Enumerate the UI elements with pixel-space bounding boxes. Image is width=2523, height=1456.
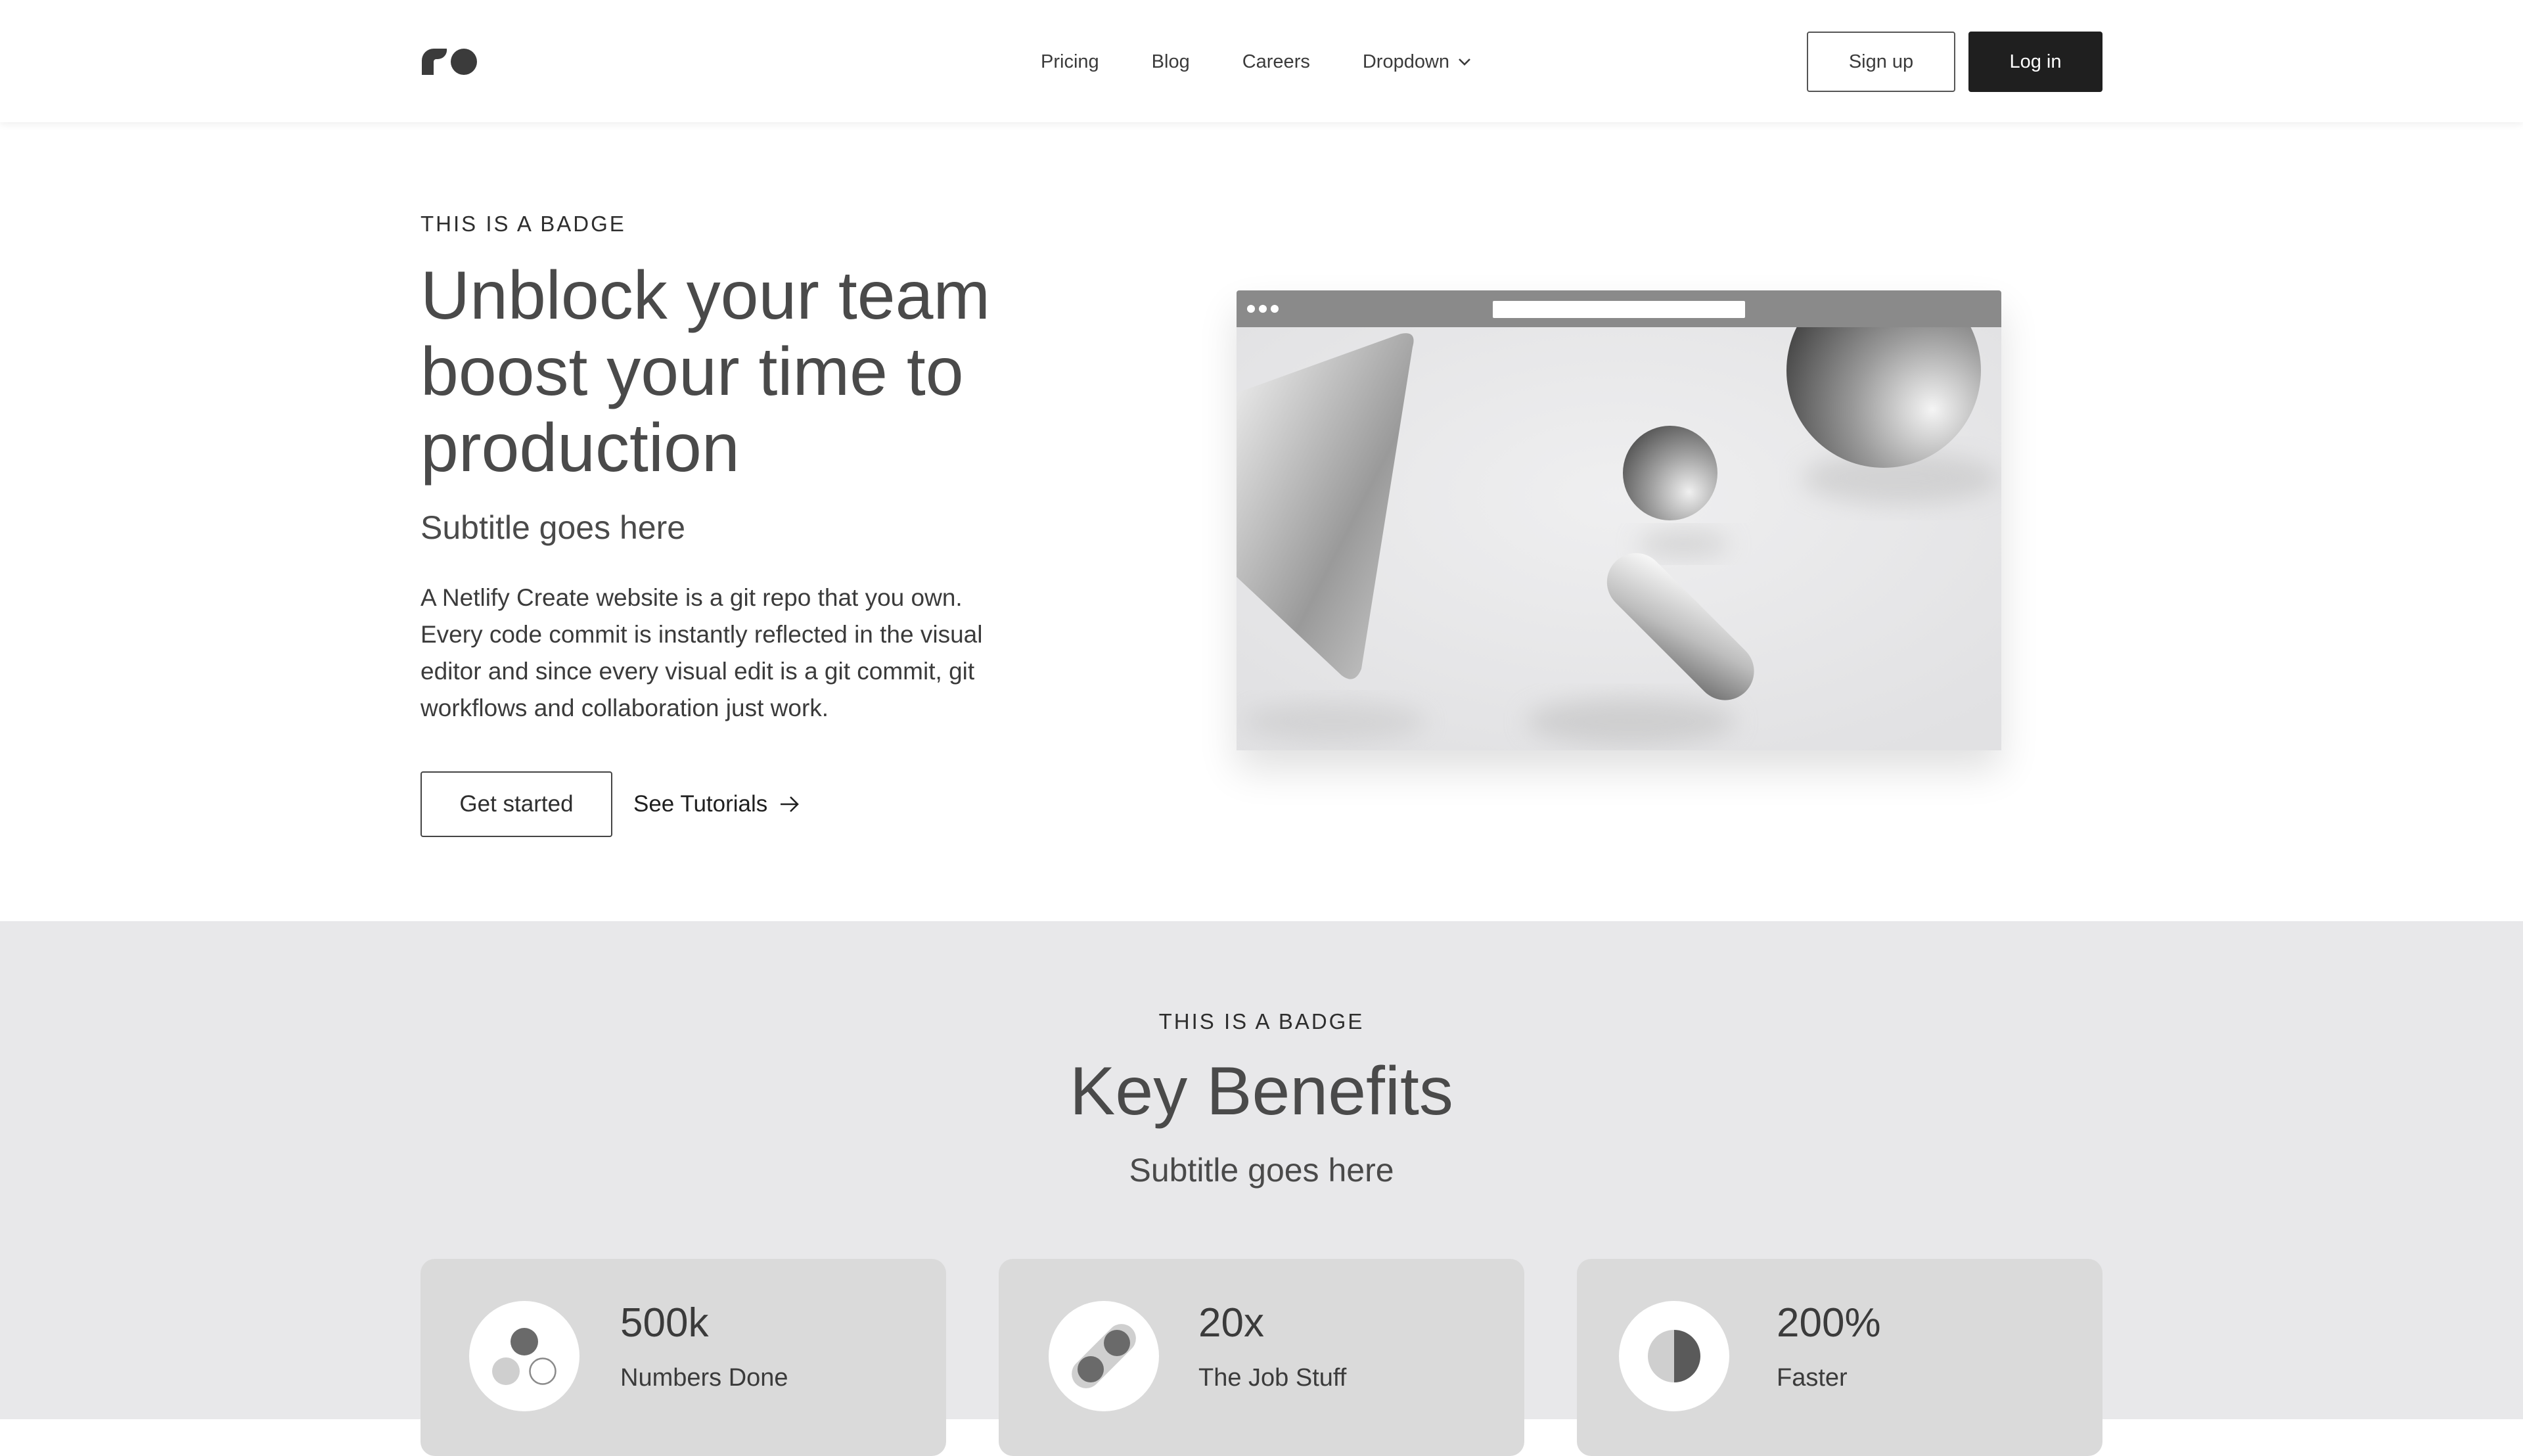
benefit-label: The Job Stuff <box>1198 1364 1347 1392</box>
address-bar <box>1493 301 1745 318</box>
window-dot <box>1271 305 1279 313</box>
hero-badge: THIS IS A BADGE <box>420 212 626 236</box>
benefits-section: THIS IS A BADGE Key Benefits Subtitle go… <box>0 921 2523 1456</box>
pill-dots-icon <box>1049 1301 1159 1411</box>
window-dot <box>1247 305 1255 313</box>
benefit-value: 20x <box>1198 1300 1264 1346</box>
nav-item-label: Careers <box>1242 51 1310 72</box>
chevron-down-icon <box>1459 58 1470 66</box>
circles-icon <box>469 1301 580 1411</box>
nav-item-careers[interactable]: Careers <box>1242 51 1310 73</box>
benefits-subtitle: Subtitle goes here <box>1129 1152 1394 1189</box>
nav-item-blog[interactable]: Blog <box>1152 51 1190 73</box>
nav-item-dropdown[interactable]: Dropdown <box>1363 51 1472 73</box>
hero-subtitle: Subtitle goes here <box>420 509 686 546</box>
sign-up-button[interactable]: Sign up <box>1807 32 1955 92</box>
benefit-card: 200% Faster <box>1577 1259 2102 1456</box>
benefit-label: Numbers Done <box>620 1364 788 1392</box>
see-tutorials-label: See Tutorials <box>633 791 768 817</box>
get-started-button[interactable]: Get started <box>420 771 612 837</box>
hero-description: A Netlify Create website is a git repo t… <box>420 584 983 721</box>
benefits-badge: THIS IS A BADGE <box>1158 1009 1365 1034</box>
main-nav: Pricing Blog Careers Dropdown <box>1041 47 1472 76</box>
nav-item-label: Pricing <box>1041 51 1099 72</box>
log-in-button[interactable]: Log in <box>1968 32 2102 92</box>
nav-item-label: Dropdown <box>1362 51 1450 72</box>
half-circle-icon <box>1619 1301 1729 1411</box>
see-tutorials-link[interactable]: See Tutorials <box>633 786 800 823</box>
site-header: Pricing Blog Careers Dropdown Sign up Lo… <box>0 0 2523 122</box>
abstract-shapes-illustration <box>1237 327 2001 750</box>
browser-toolbar <box>1237 290 2001 327</box>
window-dot <box>1259 305 1267 313</box>
brand-logo-icon[interactable] <box>420 47 478 76</box>
hero-title: Unblock your team boost your time to pro… <box>420 258 991 486</box>
benefit-value: 200% <box>1777 1300 1881 1346</box>
arrow-right-icon <box>781 796 800 812</box>
benefit-label: Faster <box>1777 1364 1848 1392</box>
benefit-value: 500k <box>620 1300 709 1346</box>
benefit-card: 20x The Job Stuff <box>999 1259 1524 1456</box>
nav-item-label: Blog <box>1151 51 1190 72</box>
browser-mockup-image <box>1237 290 2001 750</box>
benefit-card: 500k Numbers Done <box>420 1259 946 1456</box>
nav-item-pricing[interactable]: Pricing <box>1041 51 1099 73</box>
benefits-title: Key Benefits <box>1070 1053 1453 1129</box>
